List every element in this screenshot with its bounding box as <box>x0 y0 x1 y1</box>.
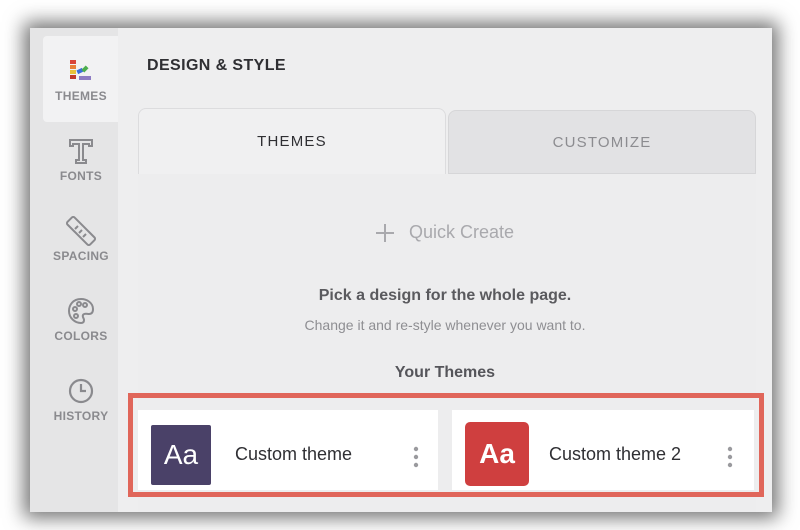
sidebar-item-history[interactable]: HISTORY <box>43 356 119 442</box>
sidebar-item-spacing[interactable]: SPACING <box>43 196 119 282</box>
sidebar-item-label: COLORS <box>54 329 108 343</box>
sidebar-item-label: FONTS <box>59 169 103 183</box>
sidebar-item-themes[interactable]: THEMES <box>43 36 119 122</box>
tab-themes[interactable]: THEMES <box>138 108 446 174</box>
ruler-icon <box>65 215 97 247</box>
sidebar: THEMES FONTS SPACING COLORS HISTORY <box>30 28 119 512</box>
quick-create-button[interactable]: Quick Create <box>375 222 514 243</box>
sidebar-item-label: SPACING <box>53 249 109 263</box>
intro-heading: Pick a design for the whole page. <box>318 287 572 304</box>
sidebar-item-colors[interactable]: COLORS <box>43 276 119 362</box>
your-themes-highlight <box>128 393 764 497</box>
quick-create-label: Quick Create <box>409 222 515 242</box>
your-themes-heading: Your Themes <box>394 364 496 381</box>
plus-icon <box>376 223 394 242</box>
paint-palette-icon <box>65 295 97 327</box>
font-icon <box>65 135 97 167</box>
sidebar-item-fonts[interactable]: FONTS <box>43 116 119 202</box>
intro-subtext: Change it and re-style whenever you want… <box>304 317 586 333</box>
sidebar-item-label: HISTORY <box>53 409 109 423</box>
palette-swatches-icon <box>65 55 97 87</box>
tab-customize[interactable]: CUSTOMIZE <box>448 110 756 174</box>
clock-icon <box>65 375 97 407</box>
page-title: DESIGN & STYLE <box>147 57 286 74</box>
sidebar-item-label: THEMES <box>55 89 107 103</box>
